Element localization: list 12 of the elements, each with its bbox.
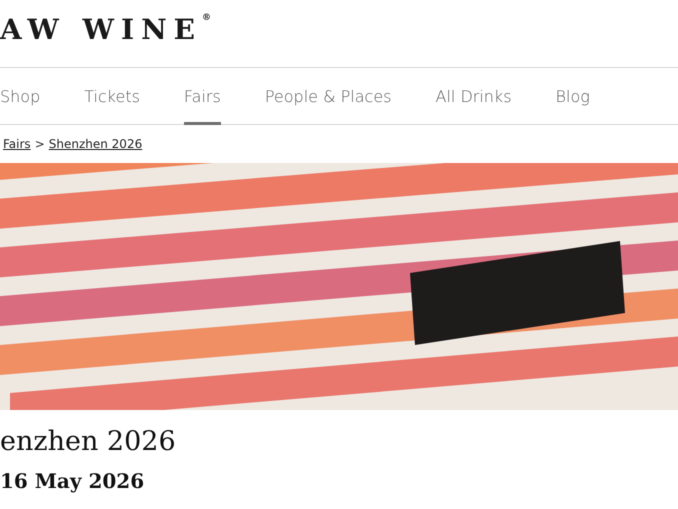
- breadcrumb-link[interactable]: Fairs: [3, 137, 31, 151]
- logo[interactable]: AW WINE®: [0, 13, 212, 46]
- page-title: enzhen 2026: [0, 426, 177, 457]
- nav-tab[interactable]: Shop: [0, 68, 40, 125]
- nav-tab[interactable]: People & Places: [264, 68, 392, 125]
- breadcrumb-link[interactable]: Shenzhen 2026: [48, 137, 142, 151]
- nav-tab[interactable]: All Drinks: [436, 68, 512, 125]
- nav-tab[interactable]: Fairs: [184, 68, 221, 125]
- event-date: 16 May 2026: [0, 469, 146, 493]
- breadcrumb-separator: >: [34, 137, 45, 151]
- nav-tab[interactable]: Tickets: [84, 68, 140, 125]
- nav-tab[interactable]: Blog: [556, 68, 590, 125]
